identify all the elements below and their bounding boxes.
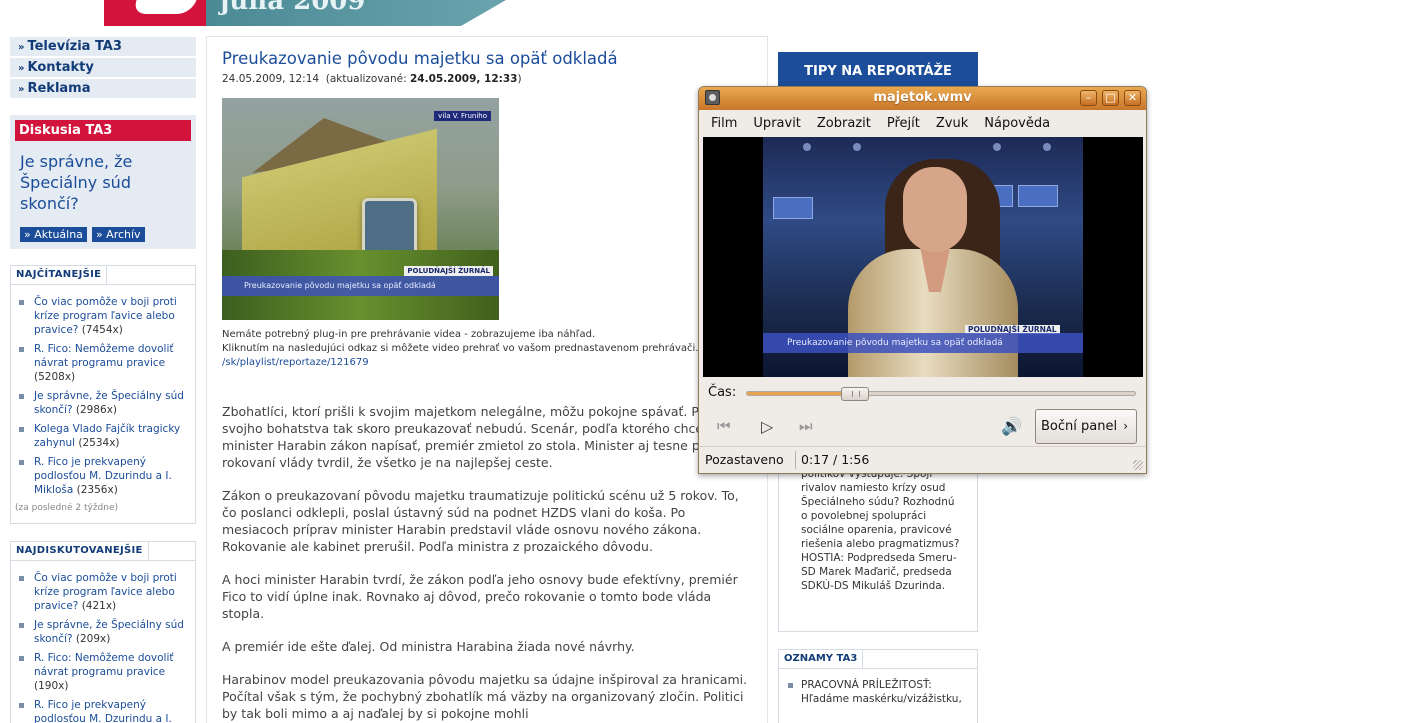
title-bar[interactable]: majetok.wmv – □ ✕ [699,87,1146,110]
paragraph: Zbohatlíci, ktorí prišli k svojim majetk… [222,404,730,470]
arrow-icon: » [18,63,25,74]
list-item[interactable]: R. Fico: Nemôžeme dovoliť návrat program… [17,651,189,693]
list-item[interactable]: Čo viac pomôže v boji proti kríze progra… [17,571,189,613]
discussion-question[interactable]: Je správne, že Špeciálny súd skončí? [20,151,186,214]
thumbnail-caption: Preukazovanie pôvodu majetku sa opäť odk… [222,276,499,296]
menu-prejit[interactable]: Přejít [887,116,920,131]
sidebar-button[interactable]: Boční panel › [1035,409,1137,444]
article-body: Zbohatlíci, ktorí prišli k svojim majetk… [222,403,752,723]
playback-time: 0:17 / 1:56 [801,452,870,467]
chevron-right-icon: › [1123,419,1128,433]
current-button[interactable]: » Aktuálna [20,227,87,242]
seek-progress [747,392,851,395]
thumbnail-show-label: POLUDŇAJŠÍ ŽURNÁL [404,266,493,276]
menu-upravit[interactable]: Upravit [753,116,800,131]
nav-item-reklama[interactable]: » Reklama [10,79,196,98]
discussion-header: Diskusia TA3 [15,120,191,141]
list-item[interactable]: R. Fico je prekvapený podlosťou M. Dzuri… [17,698,189,723]
list-item[interactable]: Je správne, že Špeciálny súd skončí? (29… [17,389,189,417]
nav-item-kontakty[interactable]: » Kontakty [10,58,196,77]
seek-label: Čas: [708,385,737,400]
list-item[interactable]: R. Fico je prekvapený podlosťou M. Dzuri… [17,455,189,497]
next-icon[interactable]: ⏭ [799,417,813,435]
menu-napoveda[interactable]: Nápověda [984,116,1050,131]
playlist-link[interactable]: /sk/playlist/reportaze/121679 [222,357,369,368]
paragraph: Zákon o preukazovaní pôvodu majetku trau… [222,488,739,554]
nav-item-televizia[interactable]: » Televízia TA3 [10,37,196,56]
header-banner: júna 2009 [206,0,506,26]
play-icon[interactable]: ▷ [761,417,773,436]
paragraph: A hoci minister Harabin tvrdí, že zákon … [222,572,738,621]
menu-zvuk[interactable]: Zvuk [936,116,968,131]
list-item[interactable]: PRACOVNÁ PRÍLEŽITOSŤ: Hľadáme maskérku/v… [787,678,967,706]
announcements-box: OZNAMY TA3 PRACOVNÁ PRÍLEŽITOSŤ: Hľadáme… [778,649,978,723]
discussion-box: Diskusia TA3 Je správne, že Špeciálny sú… [10,115,196,249]
thumbnail-tag: vila V. Fruniho [434,111,491,121]
video-thumbnail[interactable]: vila V. Fruniho POLUDŇAJŠÍ ŽURNÁL Preuka… [222,98,499,320]
list-item[interactable]: Kolega Vlado Fajčík tragicky zahynul (25… [17,422,189,450]
video-area[interactable]: POLUDŇAJŠÍ ŽURNÁL Preukazovanie pôvodu m… [703,137,1143,377]
menu-zobrazit[interactable]: Zobrazit [817,116,871,131]
list-item[interactable]: R. Fico: Nemôžeme dovoliť návrat program… [17,342,189,384]
previous-icon[interactable]: ⏮ [717,417,731,435]
list-item[interactable]: Je správne, že Špeciálny súd skončí? (20… [17,618,189,646]
seek-row: Čas: [708,385,1138,403]
resize-grip[interactable] [1133,460,1143,470]
playback-status: Pozastaveno [705,452,784,467]
video-caption: Preukazovanie pôvodu majetku sa opäť odk… [763,333,1083,353]
article: Preukazovanie pôvodu majetku sa opäť odk… [206,36,768,723]
seek-bar[interactable] [746,387,1136,401]
list-item[interactable]: Čo viac pomôže v boji proti kríze progra… [17,295,189,337]
seek-handle[interactable] [841,387,869,401]
archive-button[interactable]: » Archív [91,227,145,242]
maximize-button[interactable]: □ [1102,90,1119,106]
period-note: (za posledné 2 týždne) [15,503,119,513]
paragraph: A premiér ide ešte ďalej. Od ministra Ha… [222,639,635,654]
paragraph: Harabinov model preukazovania pôvodu maj… [222,672,748,721]
left-nav: » Televízia TA3 » Kontakty » Reklama [10,37,196,100]
close-button[interactable]: ✕ [1124,90,1141,106]
banner-text: júna 2009 [220,0,366,16]
most-discussed-title: NAJDISKUTOVANEJŠIE [10,541,149,560]
article-date: 24.05.2009, 12:14 (aktualizované: 24.05.… [222,73,522,85]
most-read-title: NAJČÍTANEJŠIE [10,265,108,284]
tips-box: politikov vystupuje. Spojí rivalov namie… [778,467,978,632]
article-title: Preukazovanie pôvodu majetku sa opäť odk… [222,49,618,68]
arrow-icon: » [18,84,25,95]
announcements-title: OZNAMY TA3 [778,649,864,668]
menu-film[interactable]: Film [711,116,737,131]
minimize-button[interactable]: – [1080,90,1097,106]
media-player-window: majetok.wmv – □ ✕ Film Upravit Zobrazit … [698,86,1147,474]
status-bar: Pozastaveno 0:17 / 1:56 [699,446,1146,473]
window-title: majetok.wmv [873,90,972,105]
volume-icon[interactable]: 🔊 [1001,417,1022,437]
tips-text: politikov vystupuje. Spojí rivalov namie… [801,468,960,592]
plugin-notice: Nemáte potrebný plug-in pre prehrávanie … [222,329,699,368]
most-discussed-box: NAJDISKUTOVANEJŠIE Čo viac pomôže v boji… [10,541,196,723]
arrow-icon: » [18,42,25,53]
site-logo[interactable] [104,0,206,26]
most-read-box: NAJČÍTANEJŠIE Čo viac pomôže v boji prot… [10,265,196,524]
menu-bar: Film Upravit Zobrazit Přejít Zvuk Nápově… [699,110,1146,137]
